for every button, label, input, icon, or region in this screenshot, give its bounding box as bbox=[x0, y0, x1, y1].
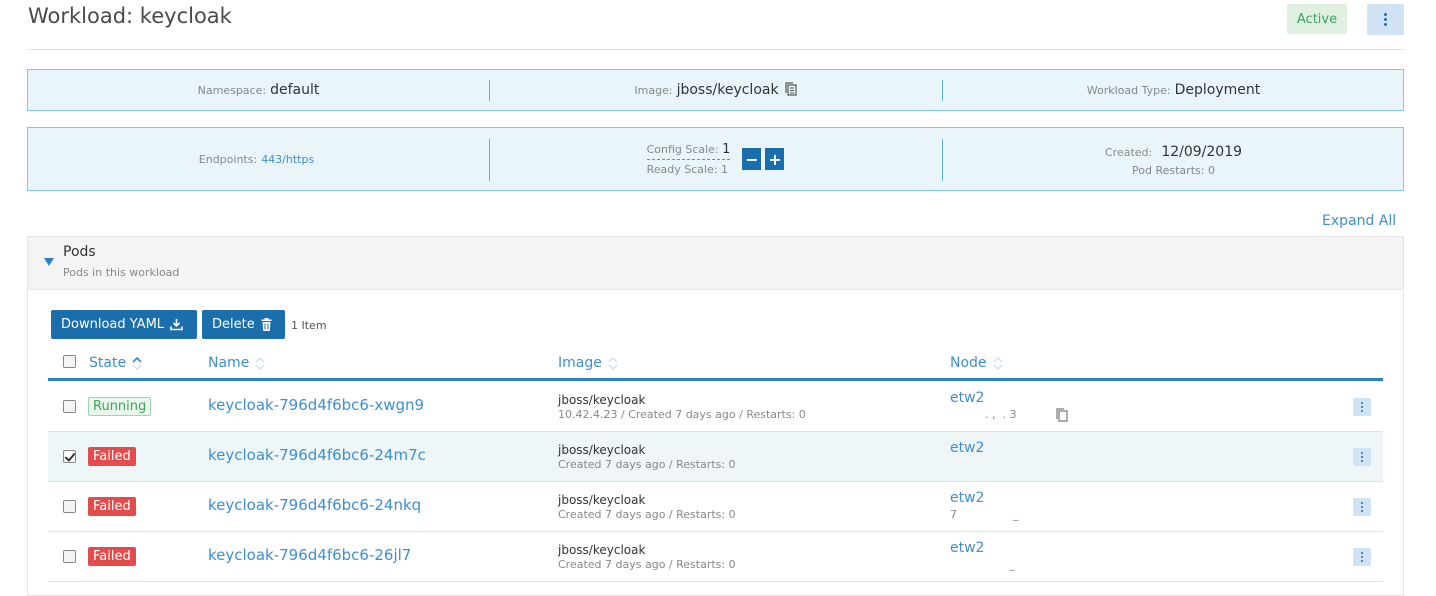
node-ip: . , . 3 bbox=[950, 408, 1017, 421]
pod-image: jboss/keycloak bbox=[558, 393, 646, 407]
pod-detail: Created 7 days ago / Restarts: 0 bbox=[558, 558, 736, 571]
workload-type-label: Workload Type: bbox=[1086, 83, 1171, 97]
workload-info-row-2: Endpoints: 443/https Config Scale: 1 Rea… bbox=[27, 127, 1404, 191]
ready-scale: Ready Scale: 1 bbox=[646, 163, 729, 176]
row-actions-button[interactable] bbox=[1353, 448, 1371, 466]
workload-type-cell: Workload Type: Deployment bbox=[942, 70, 1405, 110]
endpoints-label: Endpoints: bbox=[198, 152, 258, 166]
header-divider bbox=[27, 49, 1404, 50]
image-value: jboss/keycloak bbox=[676, 82, 779, 98]
created-value: 12/09/2019 bbox=[1161, 144, 1243, 160]
sort-icon bbox=[993, 357, 1003, 370]
node-link[interactable]: etw2 bbox=[950, 440, 984, 456]
scale-up-button[interactable]: + bbox=[765, 148, 785, 170]
pod-name-link[interactable]: keycloak-796d4f6bc6-24m7c bbox=[208, 446, 426, 464]
pod-restarts: Pod Restarts: 0 bbox=[1132, 164, 1215, 177]
table-row[interactable]: Failed keycloak-796d4f6bc6-24m7c jboss/k… bbox=[48, 432, 1383, 482]
pod-detail: Created 7 days ago / Restarts: 0 bbox=[558, 458, 736, 471]
download-icon bbox=[170, 319, 183, 331]
row-checkbox[interactable] bbox=[63, 400, 76, 413]
kebab-icon bbox=[1361, 552, 1363, 562]
pod-name-link[interactable]: keycloak-796d4f6bc6-24nkq bbox=[208, 496, 421, 514]
node-ip: _ bbox=[950, 558, 1015, 571]
namespace-cell: Namespace: default bbox=[28, 70, 489, 110]
pod-detail: 10.42.4.23 / Created 7 days ago / Restar… bbox=[558, 408, 806, 421]
pod-restarts-value: 0 bbox=[1207, 164, 1215, 177]
created-label: Created: bbox=[1104, 146, 1153, 159]
pod-state-badge: Failed bbox=[88, 547, 136, 566]
namespace-label: Namespace: bbox=[197, 83, 267, 97]
download-yaml-button[interactable]: Download YAML bbox=[51, 310, 197, 339]
status-badge: Active bbox=[1287, 4, 1347, 34]
expand-all-link[interactable]: Expand All bbox=[1322, 213, 1396, 229]
endpoints-cell: Endpoints: 443/https bbox=[28, 128, 489, 190]
created-cell: Created: 12/09/2019 Pod Restarts: 0 bbox=[942, 128, 1405, 190]
column-header-state[interactable]: State bbox=[89, 355, 142, 371]
ready-scale-value: 1 bbox=[721, 163, 729, 176]
copy-icon[interactable] bbox=[784, 81, 797, 100]
row-actions-button[interactable] bbox=[1353, 498, 1371, 516]
pod-name-link[interactable]: keycloak-796d4f6bc6-26jl7 bbox=[208, 546, 411, 564]
node-ip: 7 _ bbox=[950, 508, 1019, 521]
endpoint-link[interactable]: 443/https bbox=[261, 153, 314, 166]
row-actions-button[interactable] bbox=[1353, 398, 1371, 416]
row-checkbox[interactable] bbox=[63, 450, 76, 463]
pod-state-badge: Failed bbox=[88, 497, 136, 516]
column-header-node[interactable]: Node bbox=[950, 355, 1003, 371]
sort-icon bbox=[255, 357, 265, 370]
delete-button[interactable]: Delete bbox=[202, 310, 285, 339]
pods-section-header[interactable]: Pods Pods in this workload bbox=[28, 237, 1403, 290]
pods-subtitle: Pods in this workload bbox=[63, 266, 180, 279]
pod-detail: Created 7 days ago / Restarts: 0 bbox=[558, 508, 736, 521]
row-checkbox[interactable] bbox=[63, 550, 76, 563]
kebab-icon bbox=[1361, 452, 1363, 462]
kebab-icon bbox=[1361, 502, 1363, 512]
pods-section: Pods Pods in this workload Download YAML… bbox=[27, 236, 1404, 596]
table-row[interactable]: Failed keycloak-796d4f6bc6-26jl7 jboss/k… bbox=[48, 532, 1383, 582]
image-label: Image: bbox=[634, 83, 673, 97]
namespace-value: default bbox=[270, 82, 320, 98]
trash-icon bbox=[261, 318, 272, 331]
row-checkbox[interactable] bbox=[63, 500, 76, 513]
pod-image: jboss/keycloak bbox=[558, 443, 646, 457]
column-header-image[interactable]: Image bbox=[558, 355, 618, 371]
pod-image: jboss/keycloak bbox=[558, 493, 646, 507]
workload-info-row-1: Namespace: default Image: jboss/keycloak… bbox=[27, 69, 1404, 111]
kebab-icon bbox=[1384, 13, 1387, 26]
row-actions-button[interactable] bbox=[1353, 548, 1371, 566]
table-row[interactable]: Failed keycloak-796d4f6bc6-24nkq jboss/k… bbox=[48, 482, 1383, 532]
node-link[interactable]: etw2 bbox=[950, 490, 984, 506]
config-scale: Config Scale: 1 bbox=[646, 142, 731, 160]
pod-image: jboss/keycloak bbox=[558, 543, 646, 557]
pods-title: Pods bbox=[63, 244, 96, 260]
sort-icon bbox=[608, 357, 618, 370]
node-link[interactable]: etw2 bbox=[950, 390, 984, 406]
caret-down-icon[interactable] bbox=[44, 258, 54, 266]
copy-icon[interactable] bbox=[1056, 407, 1068, 426]
pod-state-badge: Failed bbox=[88, 447, 136, 466]
workload-type-value: Deployment bbox=[1174, 82, 1261, 98]
scale-cell: Config Scale: 1 Ready Scale: 1 − + bbox=[489, 128, 942, 190]
pod-state-badge: Running bbox=[88, 397, 152, 416]
image-cell: Image: jboss/keycloak bbox=[489, 70, 942, 110]
scale-down-button[interactable]: − bbox=[742, 148, 762, 170]
column-header-name[interactable]: Name bbox=[208, 355, 265, 371]
table-header: State Name Image Node bbox=[48, 347, 1383, 381]
kebab-icon bbox=[1361, 402, 1363, 412]
select-all-checkbox[interactable] bbox=[63, 355, 76, 368]
sort-ascending-icon bbox=[132, 356, 142, 370]
node-link[interactable]: etw2 bbox=[950, 540, 984, 556]
page-title: Workload: keycloak bbox=[28, 4, 232, 28]
pod-name-link[interactable]: keycloak-796d4f6bc6-xwgn9 bbox=[208, 396, 424, 414]
item-count: 1 Item bbox=[291, 319, 327, 332]
table-row[interactable]: Running keycloak-796d4f6bc6-xwgn9 jboss/… bbox=[48, 382, 1383, 432]
config-scale-value: 1 bbox=[722, 142, 731, 157]
workload-actions-button[interactable] bbox=[1367, 4, 1404, 35]
